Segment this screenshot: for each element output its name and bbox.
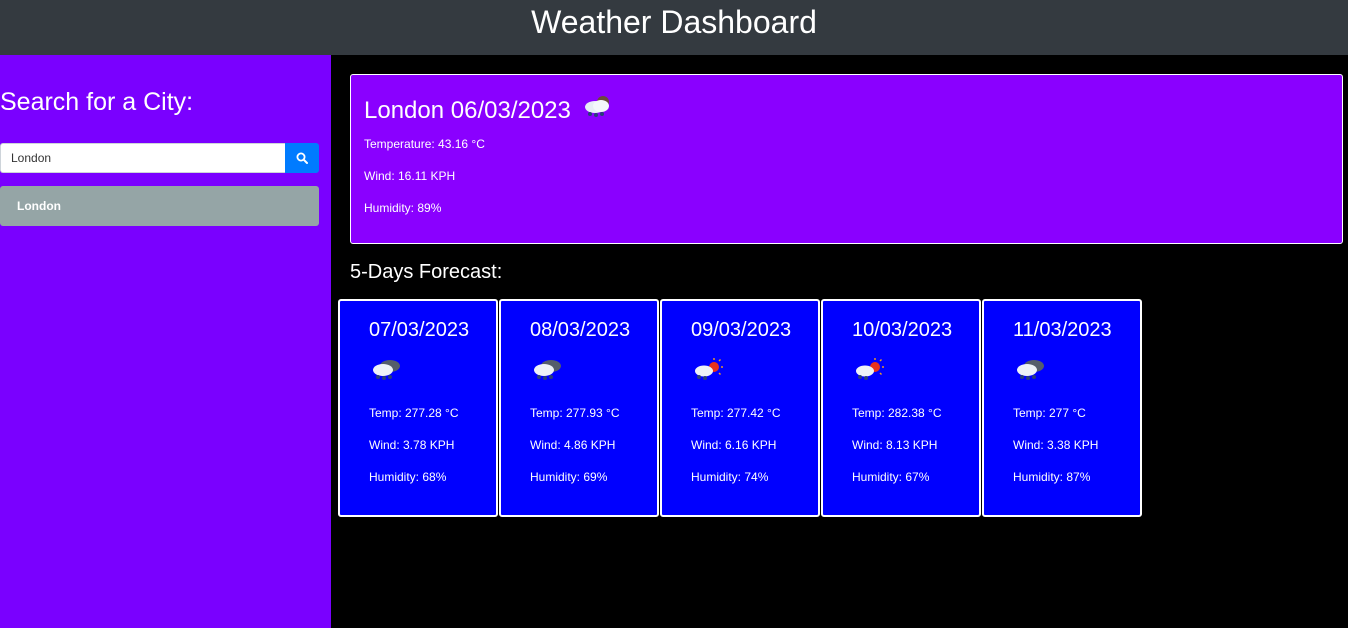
forecast-date: 10/03/2023 bbox=[852, 319, 953, 341]
forecast-temp: Temp: 277 °C bbox=[1013, 406, 1086, 420]
snow-cloud-icon bbox=[530, 356, 566, 387]
current-weather-title: London 06/03/2023 bbox=[364, 94, 615, 127]
page-title: Weather Dashboard bbox=[531, 4, 817, 40]
forecast-humidity: Humidity: 74% bbox=[691, 470, 769, 484]
forecast-humidity: Humidity: 69% bbox=[530, 470, 608, 484]
forecast-humidity: Humidity: 67% bbox=[852, 470, 930, 484]
current-weather-card: London 06/03/2023 Temperature: 43.16 °C … bbox=[350, 74, 1343, 244]
city-search-input[interactable] bbox=[0, 143, 285, 173]
forecast-card: 11/03/2023 Temp: 277 °C Wind: 3.38 KPH H… bbox=[982, 299, 1142, 517]
forecast-wind: Wind: 3.38 KPH bbox=[1013, 438, 1099, 452]
current-city-date: London 06/03/2023 bbox=[364, 96, 571, 124]
forecast-card: 08/03/2023 Temp: 277.93 °C Wind: 4.86 KP… bbox=[499, 299, 659, 517]
snow-sun-icon bbox=[691, 356, 727, 387]
forecast-card: 07/03/2023 Temp: 277.28 °C Wind: 3.78 KP… bbox=[338, 299, 498, 517]
forecast-humidity: Humidity: 87% bbox=[1013, 470, 1091, 484]
forecast-temp: Temp: 282.38 °C bbox=[852, 406, 942, 420]
current-humidity: Humidity: 89% bbox=[364, 201, 442, 215]
history-item-london[interactable]: London bbox=[0, 186, 319, 226]
search-icon bbox=[296, 152, 308, 164]
forecast-date: 08/03/2023 bbox=[530, 319, 631, 341]
current-temperature: Temperature: 43.16 °C bbox=[364, 137, 485, 151]
app-header: Weather Dashboard bbox=[0, 0, 1348, 55]
forecast-wind: Wind: 3.78 KPH bbox=[369, 438, 455, 452]
forecast-wind: Wind: 8.13 KPH bbox=[852, 438, 938, 452]
forecast-card: 10/03/2023 Temp: 282.38 °C Wind: 8.13 KP… bbox=[821, 299, 981, 517]
rain-cloud-icon bbox=[581, 94, 615, 127]
forecast-date: 11/03/2023 bbox=[1013, 319, 1112, 341]
forecast-temp: Temp: 277.93 °C bbox=[530, 406, 620, 420]
snow-sun-icon bbox=[852, 356, 888, 387]
forecast-wind: Wind: 6.16 KPH bbox=[691, 438, 777, 452]
forecast-humidity: Humidity: 68% bbox=[369, 470, 447, 484]
snow-cloud-icon bbox=[369, 356, 405, 387]
forecast-temp: Temp: 277.28 °C bbox=[369, 406, 459, 420]
snow-cloud-icon bbox=[1013, 356, 1049, 387]
search-bar bbox=[0, 143, 319, 173]
forecast-heading: 5-Days Forecast: bbox=[350, 261, 503, 283]
forecast-card: 09/03/2023 Temp: 277.42 °C Wind: 6.16 KP… bbox=[660, 299, 820, 517]
search-button[interactable] bbox=[285, 143, 319, 173]
current-wind: Wind: 16.11 KPH bbox=[364, 169, 456, 183]
forecast-date: 09/03/2023 bbox=[691, 319, 792, 341]
search-sidebar: Search for a City: London bbox=[0, 55, 331, 628]
search-heading: Search for a City: bbox=[0, 88, 194, 116]
forecast-temp: Temp: 277.42 °C bbox=[691, 406, 781, 420]
forecast-date: 07/03/2023 bbox=[369, 319, 470, 341]
forecast-wind: Wind: 4.86 KPH bbox=[530, 438, 616, 452]
